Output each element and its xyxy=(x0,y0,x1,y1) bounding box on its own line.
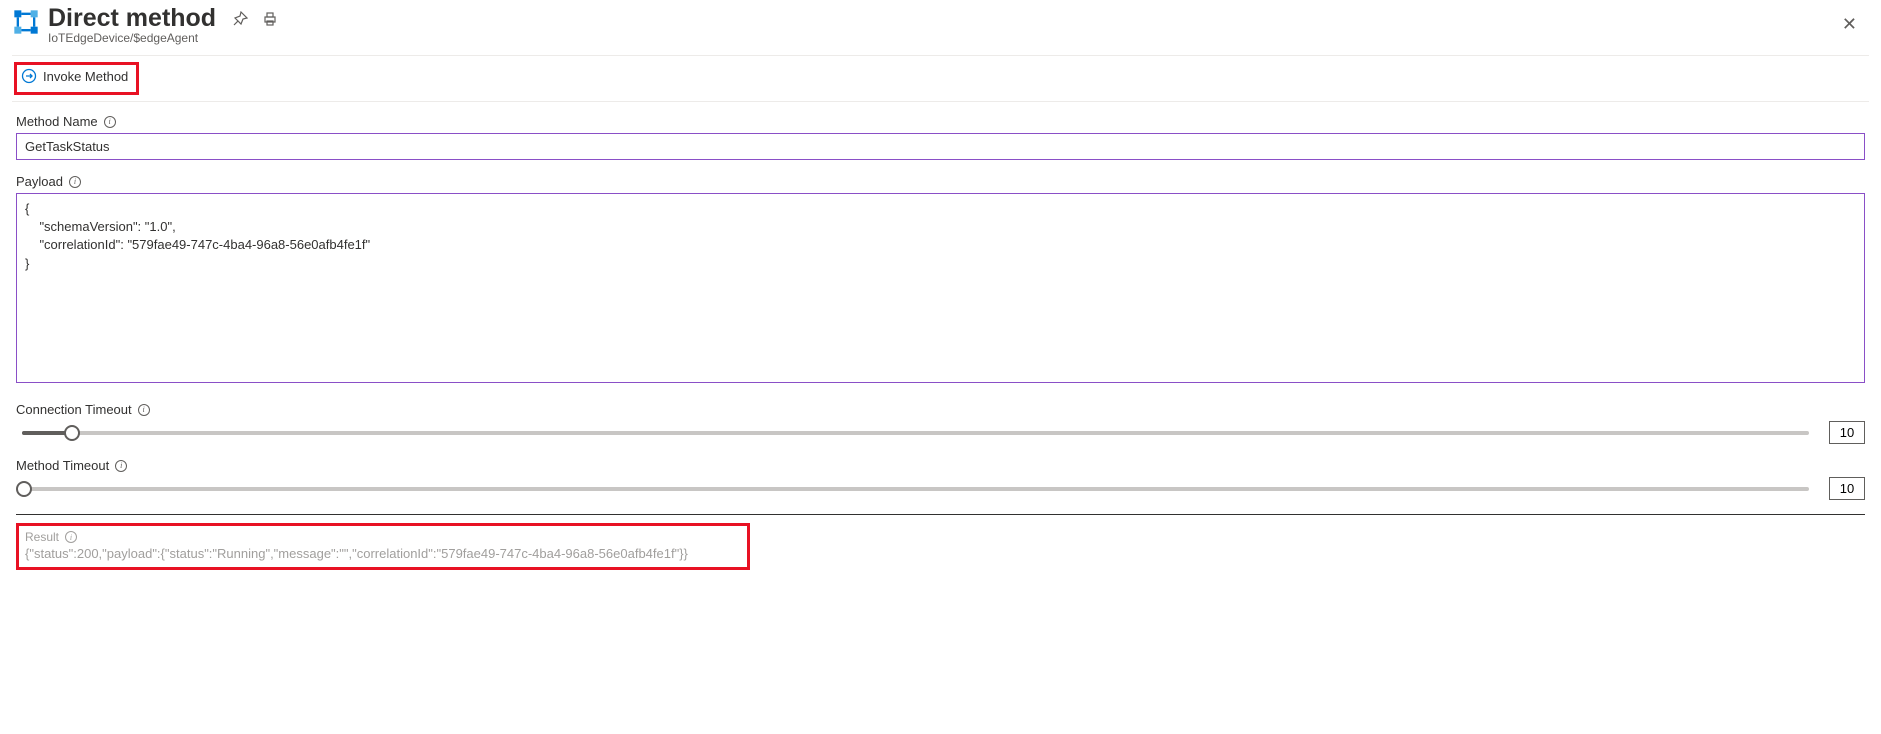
method-timeout-slider[interactable] xyxy=(16,479,1815,499)
invoke-arrow-icon xyxy=(21,68,37,84)
result-value: {"status":200,"payload":{"status":"Runni… xyxy=(25,546,741,561)
direct-method-icon xyxy=(12,8,40,36)
method-timeout-value[interactable] xyxy=(1829,477,1865,500)
invoke-method-button[interactable]: Invoke Method xyxy=(21,68,128,84)
connection-timeout-label: Connection Timeout i xyxy=(16,402,1865,417)
payload-input[interactable] xyxy=(16,193,1865,383)
method-name-input[interactable] xyxy=(16,133,1865,160)
print-icon[interactable] xyxy=(260,9,280,29)
blade-header: Direct method IoTEdgeDevice/$edgeAgent ✕ xyxy=(12,4,1869,55)
method-name-label: Method Name i xyxy=(16,114,1865,129)
invoke-highlight: Invoke Method xyxy=(14,62,139,95)
info-icon[interactable]: i xyxy=(104,116,116,128)
connection-timeout-slider[interactable] xyxy=(16,423,1815,443)
pin-icon[interactable] xyxy=(230,9,250,29)
connection-timeout-value[interactable] xyxy=(1829,421,1865,444)
page-title: Direct method xyxy=(48,4,216,33)
info-icon[interactable]: i xyxy=(115,460,127,472)
result-label: Result i xyxy=(25,530,741,544)
info-icon[interactable]: i xyxy=(65,531,77,543)
breadcrumb: IoTEdgeDevice/$edgeAgent xyxy=(48,31,290,45)
divider xyxy=(16,514,1865,515)
result-highlight: Result i {"status":200,"payload":{"statu… xyxy=(16,523,750,570)
invoke-method-label: Invoke Method xyxy=(43,69,128,84)
slider-thumb[interactable] xyxy=(64,425,80,441)
info-icon[interactable]: i xyxy=(138,404,150,416)
info-icon[interactable]: i xyxy=(69,176,81,188)
toolbar: Invoke Method xyxy=(12,55,1869,102)
payload-label: Payload i xyxy=(16,174,1865,189)
slider-thumb[interactable] xyxy=(16,481,32,497)
method-timeout-label: Method Timeout i xyxy=(16,458,1865,473)
close-icon[interactable]: ✕ xyxy=(1838,10,1861,39)
